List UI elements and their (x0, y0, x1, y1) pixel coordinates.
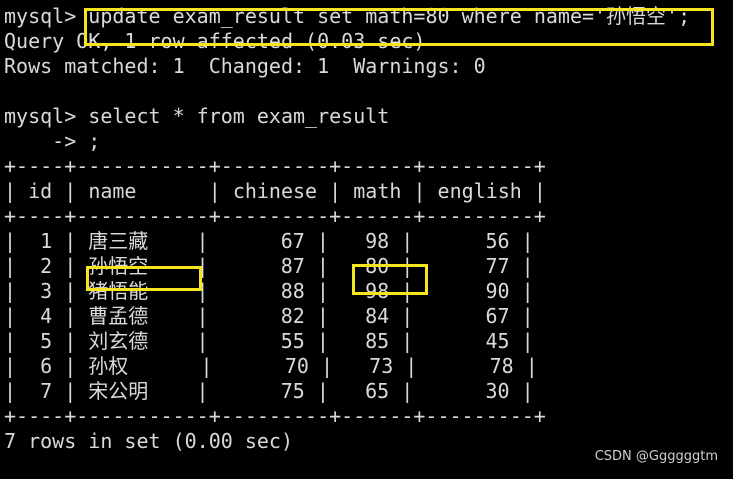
cell-name: 唐三藏 (88, 229, 149, 253)
cell-english: 78 (489, 354, 514, 378)
cell-english: 30 (485, 379, 510, 403)
table-row: | 4 | 曹孟德 | 82 | 84 | 67 | (4, 304, 534, 328)
table-row: | 7 | 宋公明 | 75 | 65 | 30 | (4, 379, 534, 403)
column-header-math: math (353, 179, 402, 203)
table-border-top: +----+-----------+---------+------+-----… (4, 154, 546, 178)
column-header-chinese: chinese (232, 179, 318, 203)
mysql-prompt: mysql> (4, 4, 89, 28)
cell-name: 孙悟空 (88, 254, 149, 278)
cell-chinese: 75 (280, 379, 305, 403)
cell-chinese: 67 (280, 229, 305, 253)
table-row: | 3 | 猪悟能 | 88 | 98 | 90 | (4, 279, 534, 303)
cell-math: 85 (365, 329, 390, 353)
select-command: select * from exam_result (88, 104, 390, 128)
cell-english: 45 (485, 329, 510, 353)
cell-name: 孙权 (88, 354, 129, 378)
continuation-line: -> ; (4, 129, 101, 153)
table-header-row: | id | name | chinese | math | english | (4, 179, 546, 203)
update-status: Query OK, 1 row affected (0.03 sec) (4, 29, 426, 53)
cell-chinese: 87 (280, 254, 305, 278)
column-header-id: id (28, 179, 53, 203)
column-header-name: name (88, 179, 137, 203)
cell-chinese: 55 (280, 329, 305, 353)
cell-math: 80 (365, 254, 390, 278)
csdn-watermark: CSDN @Ggggggtm (594, 449, 718, 464)
update-command-line: mysql> update exam_result set math=80 wh… (4, 4, 690, 29)
select-command-line: mysql> select * from exam_result (4, 104, 389, 129)
cell-name: 刘玄德 (88, 329, 149, 353)
cell-id: 2 (40, 254, 53, 278)
cell-name: 宋公明 (88, 379, 149, 403)
cell-math: 84 (365, 304, 390, 328)
cell-english: 90 (485, 279, 510, 303)
mysql-prompt: mysql> (4, 104, 89, 128)
update-command: update exam_result set math=80 where nam… (88, 4, 691, 28)
cell-english: 56 (485, 229, 510, 253)
result-footer: 7 rows in set (0.00 sec) (4, 429, 293, 453)
cell-id: 5 (40, 329, 53, 353)
cell-id: 4 (40, 304, 53, 328)
cell-id: 3 (40, 279, 53, 303)
cell-chinese: 88 (280, 279, 305, 303)
cell-id: 6 (40, 354, 53, 378)
cell-chinese: 70 (284, 354, 309, 378)
terminal-window[interactable]: mysql> update exam_result set math=80 wh… (0, 0, 733, 479)
cell-chinese: 82 (280, 304, 305, 328)
table-border-header: +----+-----------+---------+------+-----… (4, 204, 546, 228)
cell-math: 73 (369, 354, 394, 378)
table-row: | 6 | 孙权 | 70 | 73 | 78 | (4, 354, 538, 378)
cell-id: 1 (40, 229, 53, 253)
cell-name: 猪悟能 (88, 279, 149, 303)
column-header-english: english (437, 179, 522, 203)
cell-math: 98 (365, 229, 390, 253)
update-info: Rows matched: 1 Changed: 1 Warnings: 0 (4, 54, 486, 78)
table-border-bottom: +----+-----------+---------+------+-----… (4, 404, 546, 428)
table-row: | 2 | 孙悟空 | 87 | 80 | 77 | (4, 254, 534, 278)
cell-id: 7 (40, 379, 53, 403)
cell-name: 曹孟德 (88, 304, 149, 328)
table-row: | 5 | 刘玄德 | 55 | 85 | 45 | (4, 329, 534, 353)
cell-english: 77 (485, 254, 510, 278)
cell-english: 67 (485, 304, 510, 328)
cell-math: 65 (365, 379, 390, 403)
table-row: | 1 | 唐三藏 | 67 | 98 | 56 | (4, 229, 534, 253)
cell-math: 98 (365, 279, 390, 303)
